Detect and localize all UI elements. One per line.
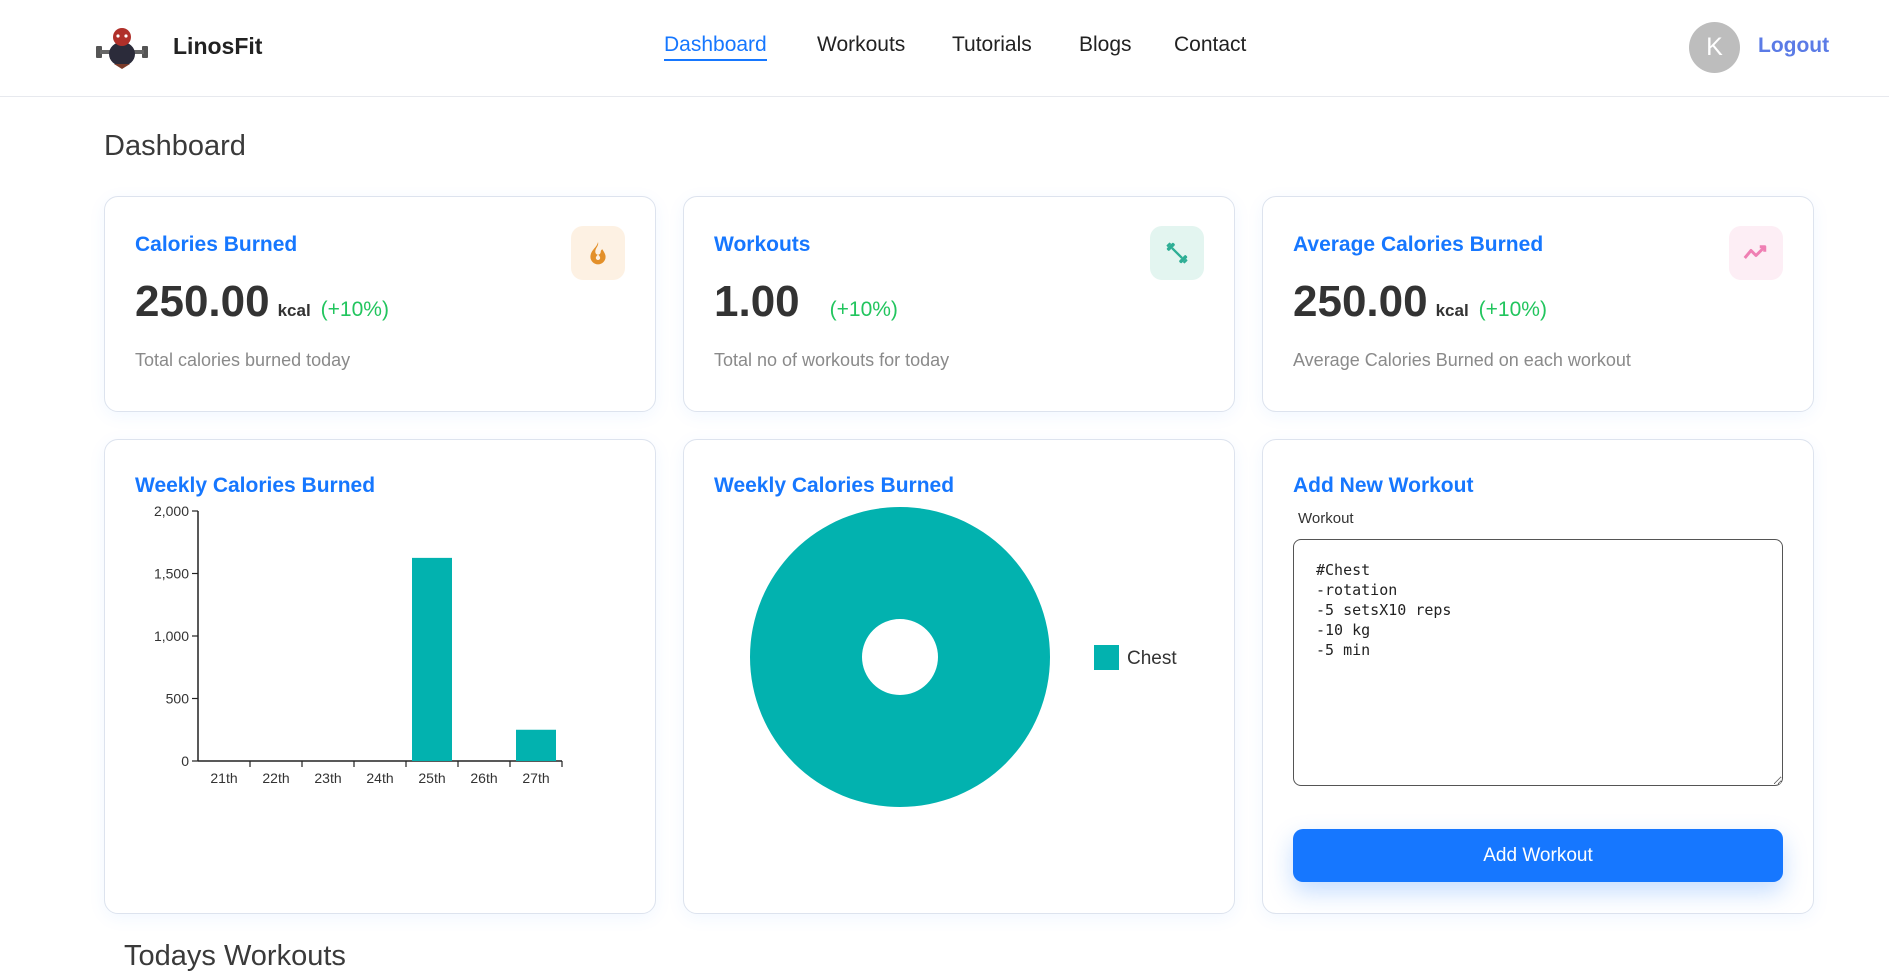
stat-change: (+10%): [829, 298, 898, 321]
nav-item-dashboard[interactable]: Dashboard: [664, 33, 767, 61]
y-tick-label: 500: [166, 691, 190, 707]
x-tick-label: 24th: [366, 770, 393, 786]
workout-field-label: Workout: [1298, 510, 1354, 527]
bar-chart-card: Weekly Calories Burned 0 500 1,000 1,500 2,0…: [104, 439, 656, 914]
stat-description: Total no of workouts for today: [714, 350, 950, 370]
x-tick-label: 22th: [262, 770, 289, 786]
pie-chart-card: Weekly Calories Burned Chest: [683, 439, 1235, 914]
y-tick-label: 1,000: [154, 628, 189, 644]
stat-title: Workouts: [714, 233, 811, 256]
todays-workouts-title: Todays Workouts: [124, 940, 346, 972]
trending-up-icon: [1729, 226, 1783, 280]
nav-item-workouts[interactable]: Workouts: [817, 33, 905, 57]
stat-description: Average Calories Burned on each workout: [1293, 350, 1631, 370]
x-tick-label: 27th: [522, 770, 549, 786]
avatar[interactable]: K: [1689, 22, 1740, 73]
pie-slice: [750, 507, 1050, 807]
stat-unit: kcal: [1435, 301, 1469, 320]
stat-title: Average Calories Burned: [1293, 233, 1544, 256]
stat-value: 250.00: [1293, 277, 1428, 326]
chart-title: Weekly Calories Burned: [714, 474, 955, 497]
x-tick-label: 23th: [314, 770, 341, 786]
fire-icon: [571, 226, 625, 280]
stat-change: (+10%): [1478, 298, 1547, 321]
dumbbell-icon: [1150, 226, 1204, 280]
nav-item-contact[interactable]: Contact: [1174, 33, 1246, 57]
stat-value: 1.00: [714, 277, 800, 326]
legend-label: Chest: [1127, 648, 1177, 669]
bar: [516, 729, 556, 761]
nav-item-blogs[interactable]: Blogs: [1079, 33, 1132, 57]
stat-value-row: 1.00 (+10%): [714, 277, 898, 327]
stat-change: (+10%): [320, 298, 389, 321]
y-tick-label: 1,500: [154, 566, 189, 582]
add-workout-title: Add New Workout: [1293, 474, 1474, 497]
add-workout-card: Add New Workout Workout Add Workout: [1262, 439, 1814, 914]
add-workout-button[interactable]: Add Workout: [1293, 829, 1783, 882]
nav-item-tutorials[interactable]: Tutorials: [952, 33, 1032, 57]
logout-link[interactable]: Logout: [1758, 34, 1829, 58]
legend-swatch: [1094, 645, 1119, 670]
stat-card-average: Average Calories Burned 250.00 kcal (+10%)…: [1262, 196, 1814, 412]
stat-description: Total calories burned today: [135, 350, 351, 370]
stat-card-calories: Calories Burned 250.00 kcal (+10%) Total c…: [104, 196, 656, 412]
y-tick-label: 0: [181, 753, 189, 769]
stat-value-row: 250.00 kcal (+10%): [1293, 277, 1547, 327]
bar-chart: 0 500 1,000 1,500 2,000 21th 22th 23th 24th 25th 2…: [154, 503, 563, 786]
bar: [412, 557, 452, 761]
chart-title: Weekly Calories Burned: [135, 474, 376, 497]
y-tick-label: 2,000: [154, 503, 189, 519]
x-tick-label: 26th: [470, 770, 497, 786]
x-tick-label: 25th: [418, 770, 445, 786]
page-title: Dashboard: [104, 130, 246, 162]
stat-card-workouts: Workouts 1.00 (+10%) Total no of workouts…: [683, 196, 1235, 412]
stat-value-row: 250.00 kcal (+10%): [135, 277, 389, 327]
x-tick-label: 21th: [210, 770, 237, 786]
top-navbar: LinosFit Dashboard Workouts Tutorials Bl…: [0, 0, 1889, 97]
workout-textarea[interactable]: [1293, 539, 1783, 786]
logo-icon[interactable]: [94, 24, 150, 70]
stat-title: Calories Burned: [135, 233, 298, 256]
stat-unit: kcal: [277, 301, 311, 320]
pie-chart: Chest: [750, 507, 1177, 807]
app-name[interactable]: LinosFit: [173, 33, 262, 60]
stat-value: 250.00: [135, 277, 270, 326]
